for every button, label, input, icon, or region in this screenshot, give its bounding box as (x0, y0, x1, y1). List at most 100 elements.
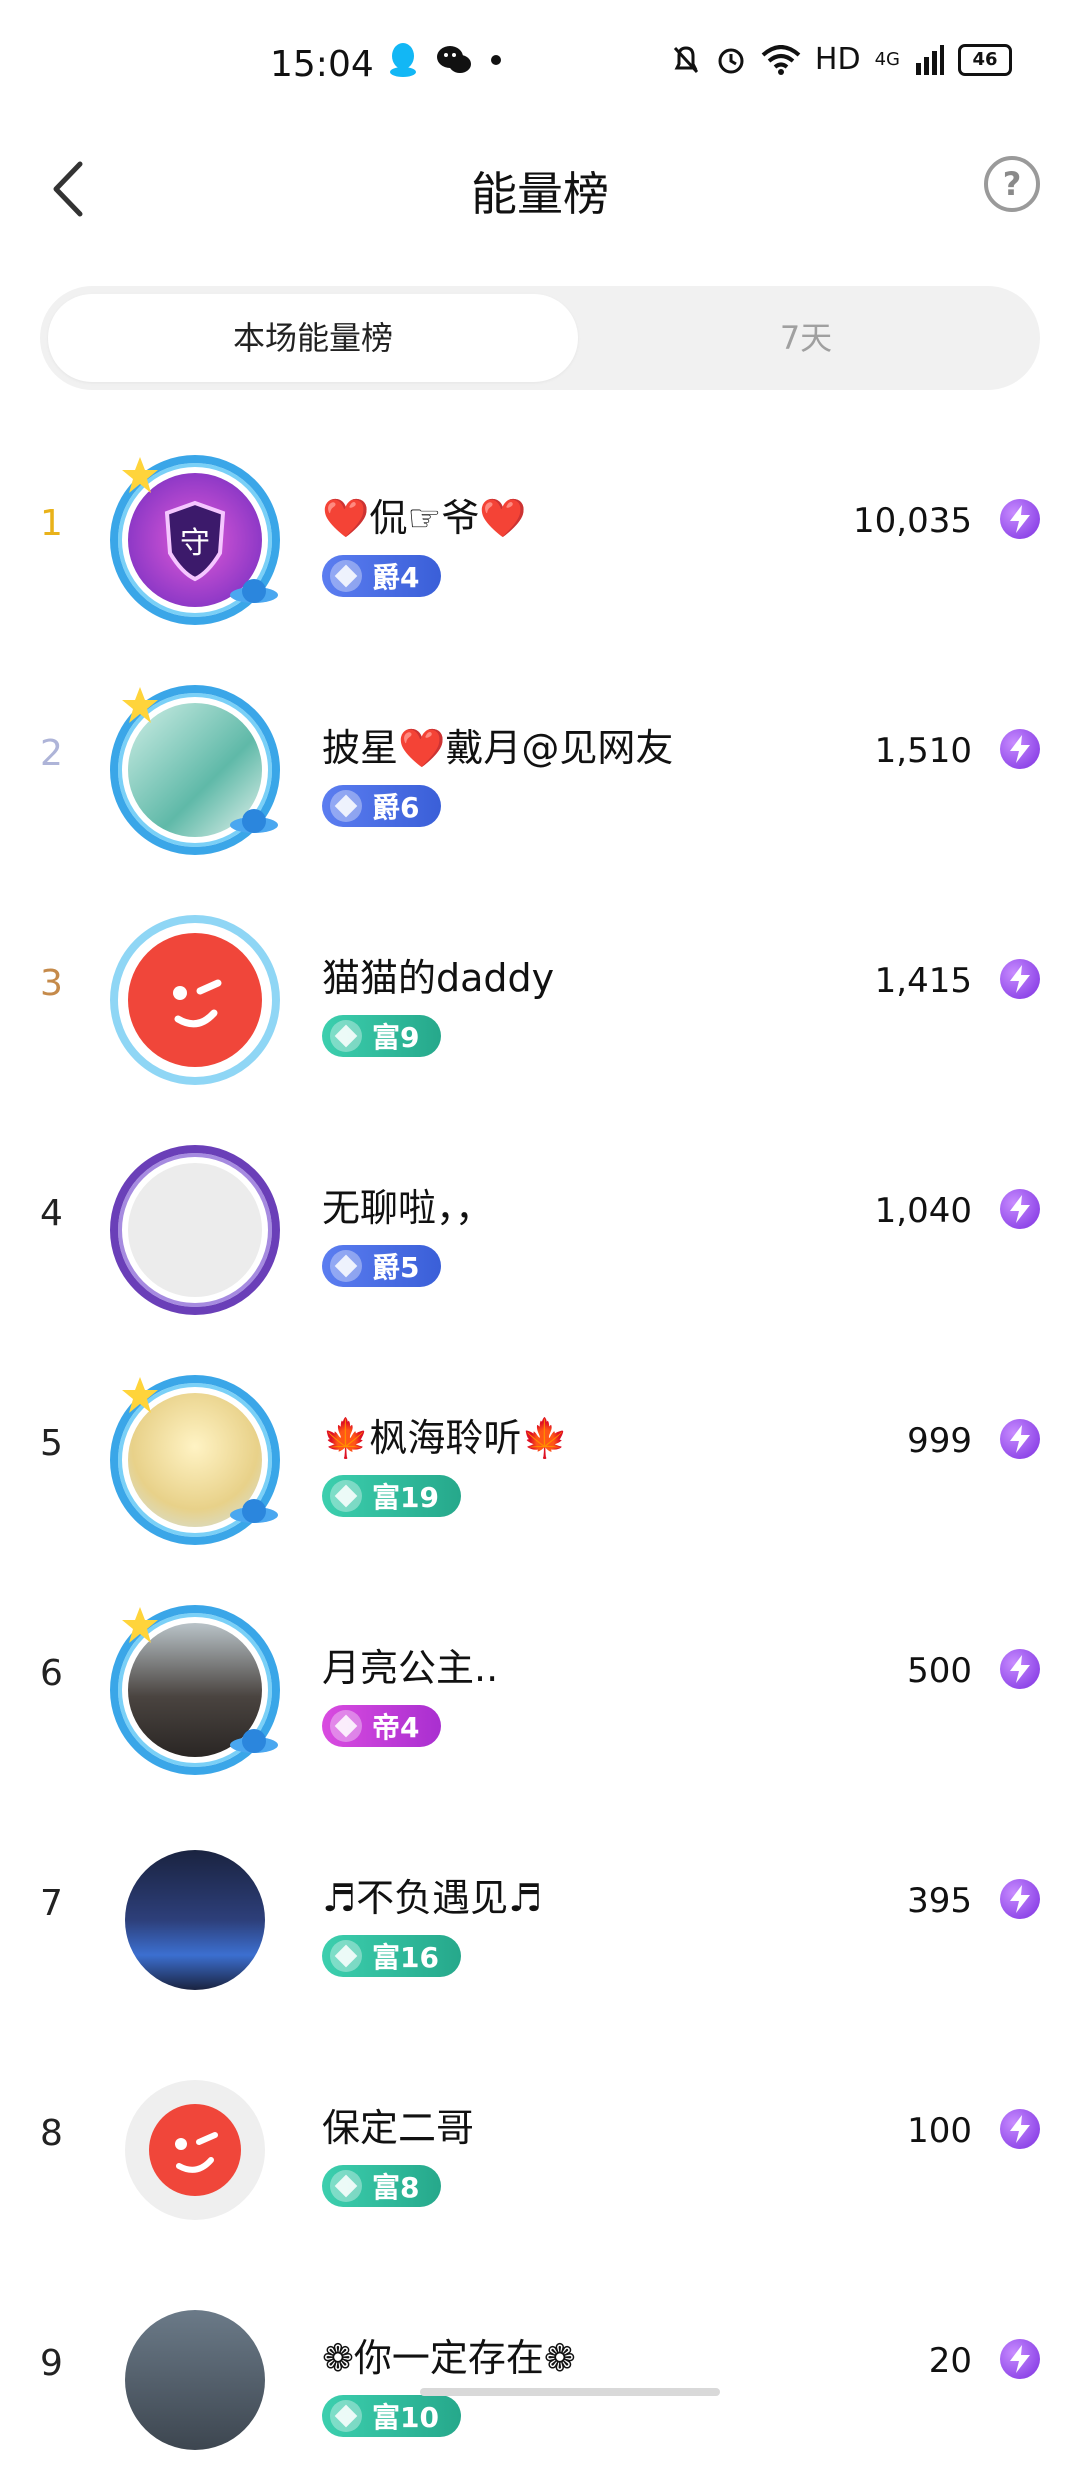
badge-label: 富9 (372, 1021, 420, 1054)
ranking-tabs: 本场能量榜 7天 (40, 286, 1040, 390)
wink-face-icon (149, 2104, 241, 2196)
ranking-row[interactable]: 5 🍁枫海聆听🍁 富19 999 (0, 1335, 1080, 1565)
energy-bolt-icon (1000, 1649, 1040, 1689)
avatar (125, 2310, 265, 2450)
badge-label: 富19 (372, 1481, 439, 1514)
energy-score: 10,035 (853, 501, 972, 541)
energy-bolt-icon (1000, 1189, 1040, 1229)
badge-gem-icon (330, 1020, 362, 1052)
avatar-ring (110, 1145, 280, 1315)
avatar-frame (110, 2295, 280, 2465)
avatar-frame (110, 915, 280, 1085)
star-icon (122, 1607, 158, 1643)
rank-number: 2 (40, 733, 63, 774)
rank-number: 7 (40, 1883, 63, 1924)
avatar (125, 2080, 265, 2220)
badge-label: 爵5 (372, 1251, 420, 1284)
tab-7-days[interactable]: 7天 (580, 294, 1032, 382)
avatar (125, 1850, 265, 1990)
avatar-frame (110, 1605, 280, 1775)
level-badge: 爵5 (322, 1245, 442, 1287)
ranking-row[interactable]: 3 猫猫的daddy 富9 1,415 (0, 875, 1080, 1105)
planet-icon (230, 1499, 278, 1523)
tab-current-session[interactable]: 本场能量榜 (48, 294, 578, 382)
user-name: ❁你一定存在❁ (322, 2336, 576, 2380)
badge-label: 爵6 (372, 791, 420, 824)
rank-number: 5 (40, 1423, 63, 1464)
badge-label: 爵4 (372, 561, 420, 594)
ranking-row[interactable]: 2 披星❤️戴月@见网友 爵6 1,510 (0, 645, 1080, 875)
badge-gem-icon (330, 1250, 362, 1282)
user-name: 月亮公主.. (322, 1646, 499, 1690)
avatar-frame (110, 1375, 280, 1545)
energy-score: 395 (907, 1881, 972, 1921)
energy-score: 1,510 (874, 731, 972, 771)
energy-bolt-icon (1000, 959, 1040, 999)
star-icon (122, 687, 158, 723)
avatar-frame (110, 685, 280, 855)
planet-icon (230, 809, 278, 833)
wifi-icon (761, 44, 801, 75)
network-type: HD (814, 42, 861, 77)
ranking-row[interactable]: 6 月亮公主.. 帝4 500 (0, 1565, 1080, 1795)
user-name: 保定二哥 (322, 2106, 475, 2150)
energy-bolt-icon (1000, 2109, 1040, 2149)
dot-icon (491, 55, 501, 65)
badge-label: 富16 (372, 1941, 439, 1974)
badge-gem-icon (330, 1710, 362, 1742)
energy-bolt-icon (1000, 1879, 1040, 1919)
planet-icon (230, 1729, 278, 1753)
badge-label: 帝4 (372, 1711, 420, 1744)
badge-gem-icon (330, 790, 362, 822)
badge-gem-icon (330, 2170, 362, 2202)
energy-bolt-icon (1000, 499, 1040, 539)
user-name: 🍁枫海聆听🍁 (322, 1416, 569, 1460)
user-name: ♬不负遇见♬ (322, 1876, 543, 1920)
star-icon (122, 457, 158, 493)
energy-bolt-icon (1000, 2339, 1040, 2379)
badge-gem-icon (330, 1940, 362, 1972)
user-name: ❤️侃☞爷❤️ (322, 496, 527, 540)
badge-label: 富8 (372, 2171, 420, 2204)
badge-gem-icon (330, 1480, 362, 1512)
level-badge: 富9 (322, 1015, 442, 1057)
planet-icon (230, 579, 278, 603)
energy-bolt-icon (1000, 1419, 1040, 1459)
level-badge: 富16 (322, 1935, 461, 1977)
star-icon (122, 1377, 158, 1413)
wechat-icon (437, 46, 471, 73)
ranking-row[interactable]: 4 无聊啦，， 爵5 1,040 (0, 1105, 1080, 1335)
level-badge: 帝4 (322, 1705, 442, 1747)
energy-score: 100 (907, 2111, 972, 2151)
battery-icon: 46 (958, 43, 1012, 76)
rank-number: 3 (40, 963, 63, 1004)
rank-number: 9 (40, 2343, 63, 2384)
page-title: 能量榜 (471, 167, 609, 221)
ranking-row[interactable]: 9 ❁你一定存在❁ 富10 20 (0, 2255, 1080, 2485)
energy-score: 1,415 (874, 961, 972, 1001)
avatar-frame (110, 1835, 280, 2005)
ranking-row[interactable]: 8 保定二哥 富8 100 (0, 2025, 1080, 2255)
rank-number: 1 (40, 503, 63, 544)
rank-number: 4 (40, 1193, 63, 1234)
signal-type: 4G (874, 49, 900, 70)
level-badge: 爵4 (322, 555, 442, 597)
rank-number: 6 (40, 1653, 63, 1694)
status-system-icons: HD 4G 46 (671, 42, 1012, 77)
ranking-row[interactable]: 1 守 ❤️侃☞爷❤️ 爵4 10,035 (0, 415, 1080, 645)
badge-gem-icon (330, 560, 362, 592)
badge-gem-icon (330, 2400, 362, 2432)
home-indicator[interactable] (420, 2388, 720, 2396)
avatar-frame (110, 2065, 280, 2235)
energy-bolt-icon (1000, 729, 1040, 769)
badge-label: 富10 (372, 2401, 439, 2434)
mute-bell-icon (673, 45, 699, 73)
energy-score: 500 (907, 1651, 972, 1691)
level-badge: 富10 (322, 2395, 461, 2437)
alarm-icon (718, 48, 744, 73)
ranking-row[interactable]: 7 ♬不负遇见♬ 富16 395 (0, 1795, 1080, 2025)
help-button[interactable]: ? (984, 156, 1040, 212)
page-header: 能量榜 ? (0, 140, 1080, 240)
user-name: 猫猫的daddy (322, 956, 555, 1000)
energy-score: 20 (928, 2341, 972, 2381)
